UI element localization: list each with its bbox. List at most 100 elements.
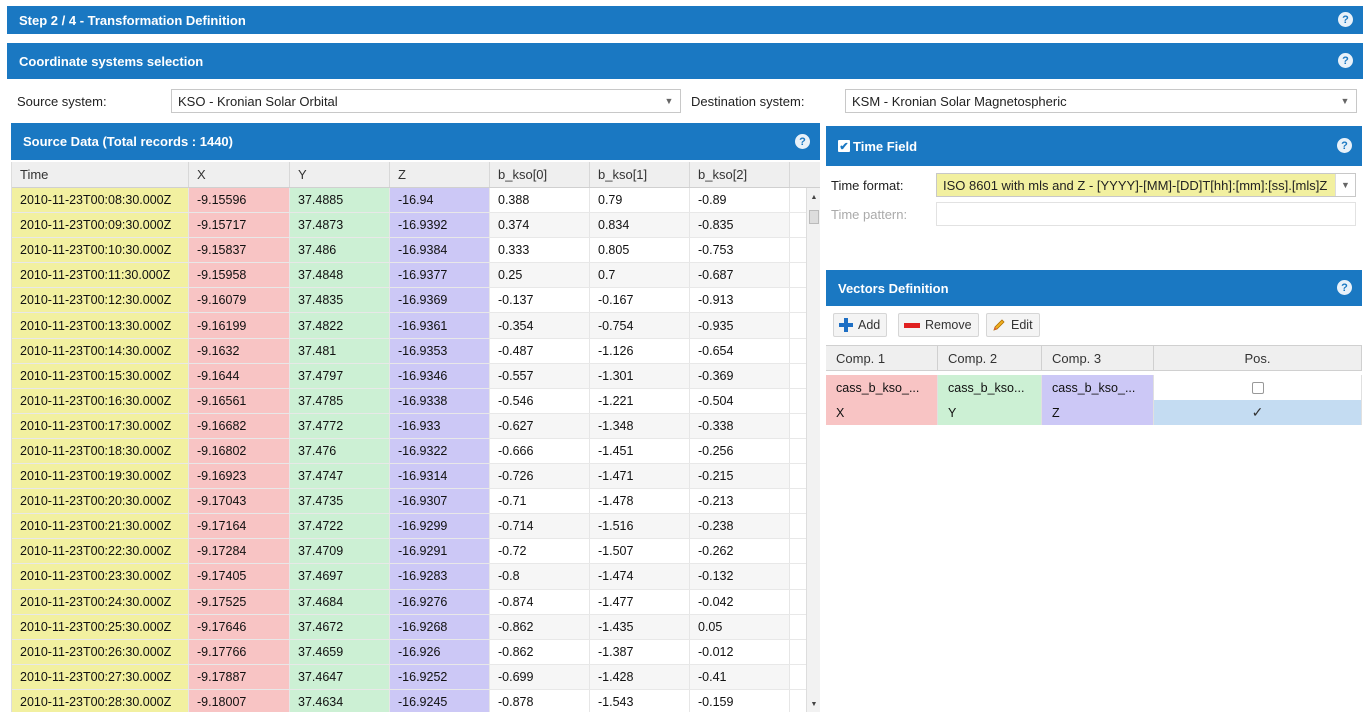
table-row[interactable]: 2010-11-23T00:27:30.000Z -9.17887 37.4647-… (12, 664, 820, 690)
edit-button[interactable]: Edit (986, 313, 1040, 337)
x-cell[interactable]: -9.17646 (189, 614, 290, 639)
b-kso-0-cell[interactable]: 0.25 (490, 263, 590, 288)
y-cell[interactable]: 37.4797 (290, 363, 390, 388)
b-kso-1-cell[interactable]: -1.507 (590, 539, 690, 564)
help-icon[interactable]: ? (1337, 280, 1352, 295)
b-kso-2-cell[interactable]: -0.654 (690, 338, 790, 363)
pos-checkbox[interactable] (1251, 381, 1264, 394)
table-row[interactable]: 2010-11-23T00:08:30.000Z -9.15596 37.4885-… (12, 188, 820, 214)
b-kso-0-cell[interactable]: -0.714 (490, 514, 590, 539)
z-cell[interactable]: -16.9245 (390, 689, 490, 712)
add-button[interactable]: Add (833, 313, 888, 337)
table-row[interactable]: 2010-11-23T00:18:30.000Z -9.16802 37.476 -1… (12, 438, 820, 465)
b-kso-2-cell[interactable]: -0.935 (690, 313, 790, 338)
b-kso-1-cell[interactable]: -1.516 (590, 514, 690, 539)
x-cell[interactable]: -9.17887 (189, 664, 290, 689)
y-cell[interactable]: 37.476 (290, 438, 390, 464)
b-kso-2-cell[interactable]: -0.338 (690, 413, 790, 438)
b-kso-2-cell[interactable]: -0.41 (690, 664, 790, 689)
b-kso-1-cell[interactable]: -1.348 (590, 413, 690, 438)
b-kso-2-cell[interactable]: -0.132 (690, 564, 790, 589)
b-kso-0-cell[interactable]: -0.72 (490, 539, 590, 564)
b-kso-0-cell[interactable]: -0.546 (490, 388, 590, 413)
b-kso-0-cell[interactable]: -0.557 (490, 363, 590, 388)
x-cell[interactable]: -9.17284 (189, 539, 290, 564)
b-kso-1-cell[interactable]: -1.428 (590, 664, 690, 689)
b-kso-2-cell[interactable]: -0.687 (690, 263, 790, 288)
b-kso-0-cell[interactable]: -0.666 (490, 438, 590, 464)
z-cell[interactable]: -16.926 (390, 639, 490, 664)
x-cell[interactable]: -9.16682 (189, 413, 290, 438)
b-kso-1-cell[interactable]: -1.543 (590, 689, 690, 712)
time-cell[interactable]: 2010-11-23T00:24:30.000Z (12, 589, 189, 614)
time-cell[interactable]: 2010-11-23T00:12:30.000Z (12, 288, 189, 313)
time-cell[interactable]: 2010-11-23T00:19:30.000Z (12, 464, 189, 489)
vector-comp-2-cell[interactable]: Y (938, 400, 1042, 425)
b-kso-2-cell[interactable]: -0.213 (690, 489, 790, 514)
b-kso-1-cell[interactable]: -0.754 (590, 313, 690, 338)
table-row[interactable]: 2010-11-23T00:15:30.000Z -9.1644 37.4797 -1… (12, 363, 820, 389)
x-cell[interactable]: -9.17525 (189, 589, 290, 614)
z-cell[interactable]: -16.9252 (390, 664, 490, 689)
b-kso-0-cell[interactable]: -0.878 (490, 689, 590, 712)
z-cell[interactable]: -16.94 (390, 188, 490, 213)
b-kso-0-cell[interactable]: 0.388 (490, 188, 590, 213)
table-row[interactable]: 2010-11-23T00:23:30.000Z -9.17405 37.4697-… (12, 564, 820, 590)
b-kso-0-cell[interactable]: 0.333 (490, 238, 590, 263)
vector-comp-2-cell[interactable]: cass_b_kso... (938, 375, 1042, 400)
vector-comp-1-cell[interactable]: cass_b_kso_... (826, 375, 938, 400)
y-cell[interactable]: 37.4873 (290, 213, 390, 238)
x-cell[interactable]: -9.16079 (189, 288, 290, 313)
b-kso-2-cell[interactable]: -0.238 (690, 514, 790, 539)
time-cell[interactable]: 2010-11-23T00:17:30.000Z (12, 413, 189, 438)
b-kso-0-cell[interactable]: -0.137 (490, 288, 590, 313)
b-kso-0-cell[interactable]: -0.699 (490, 664, 590, 689)
y-cell[interactable]: 37.4747 (290, 464, 390, 489)
b-kso-2-cell[interactable]: -0.753 (690, 238, 790, 263)
b-kso-0-cell[interactable]: -0.726 (490, 464, 590, 489)
x-cell[interactable]: -9.15837 (189, 238, 290, 263)
table-row[interactable]: X Y Z ✓ (826, 400, 1362, 425)
chevron-down-icon[interactable]: ▼ (1338, 90, 1352, 112)
table-row[interactable]: 2010-11-23T00:12:30.000Z -9.16079 37.4835-… (12, 288, 820, 314)
table-row[interactable]: 2010-11-23T00:28:30.000Z -9.18007 37.4634-… (12, 689, 820, 712)
y-cell[interactable]: 37.4684 (290, 589, 390, 614)
help-icon[interactable]: ? (1338, 53, 1353, 68)
y-cell[interactable]: 37.4709 (290, 539, 390, 564)
y-cell[interactable]: 37.4634 (290, 689, 390, 712)
column-header-x[interactable]: X (189, 162, 290, 187)
chevron-down-icon[interactable]: ▼ (1335, 174, 1355, 196)
time-cell[interactable]: 2010-11-23T00:21:30.000Z (12, 514, 189, 539)
vector-comp-1-cell[interactable]: X (826, 400, 938, 425)
y-cell[interactable]: 37.4822 (290, 313, 390, 338)
b-kso-0-cell[interactable]: -0.71 (490, 489, 590, 514)
b-kso-0-cell[interactable]: -0.627 (490, 413, 590, 438)
x-cell[interactable]: -9.17766 (189, 639, 290, 664)
scroll-thumb[interactable] (809, 210, 819, 224)
b-kso-0-cell[interactable]: -0.487 (490, 338, 590, 363)
time-format-select[interactable]: ISO 8601 with mls and Z - [YYYY]-[MM]-[D… (936, 173, 1356, 197)
time-field-checkbox[interactable]: ✔ (838, 140, 850, 153)
b-kso-1-cell[interactable]: -1.478 (590, 489, 690, 514)
y-cell[interactable]: 37.4697 (290, 564, 390, 589)
table-row[interactable]: 2010-11-23T00:21:30.000Z -9.17164 37.4722-… (12, 514, 820, 540)
vector-pos-cell[interactable]: ✓ (1154, 400, 1362, 425)
time-cell[interactable]: 2010-11-23T00:09:30.000Z (12, 213, 189, 238)
b-kso-0-cell[interactable]: -0.354 (490, 313, 590, 338)
z-cell[interactable]: -16.933 (390, 413, 490, 438)
table-row[interactable]: 2010-11-23T00:10:30.000Z -9.15837 37.486 -1… (12, 238, 820, 264)
x-cell[interactable]: -9.17405 (189, 564, 290, 589)
table-row[interactable]: 2010-11-23T00:11:30.000Z -9.15958 37.4848-… (12, 263, 820, 289)
z-cell[interactable]: -16.9338 (390, 388, 490, 413)
vector-comp-3-cell[interactable]: cass_b_kso_... (1042, 375, 1154, 400)
b-kso-2-cell[interactable]: -0.159 (690, 689, 790, 712)
b-kso-1-cell[interactable]: -1.435 (590, 614, 690, 639)
b-kso-2-cell[interactable]: -0.369 (690, 363, 790, 388)
x-cell[interactable]: -9.15717 (189, 213, 290, 238)
z-cell[interactable]: -16.9322 (390, 438, 490, 464)
z-cell[interactable]: -16.9392 (390, 213, 490, 238)
b-kso-2-cell[interactable]: -0.262 (690, 539, 790, 564)
scroll-up-arrow-icon[interactable]: ▲ (807, 191, 820, 203)
b-kso-0-cell[interactable]: -0.862 (490, 639, 590, 664)
time-cell[interactable]: 2010-11-23T00:26:30.000Z (12, 639, 189, 664)
